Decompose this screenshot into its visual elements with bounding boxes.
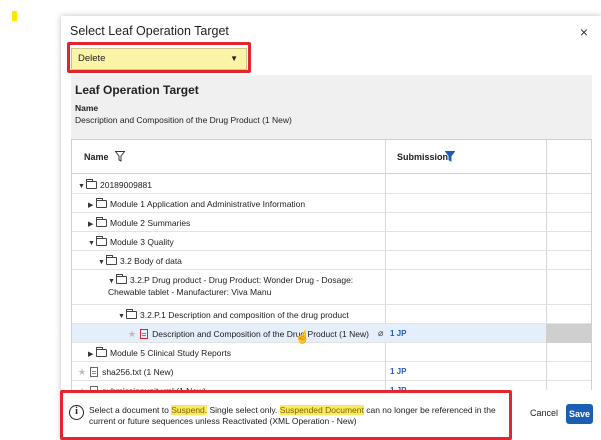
caret-down-icon[interactable]: ▼ <box>98 259 106 266</box>
caret-down-icon[interactable]: ▼ <box>78 183 86 190</box>
tree-row[interactable]: ▼ Module 3 Quality <box>72 232 591 251</box>
folder-icon <box>96 217 107 227</box>
star-icon[interactable]: ★ <box>78 367 86 377</box>
column-header-name[interactable]: Name <box>84 152 109 162</box>
select-leaf-operation-dialog: Select Leaf Operation Target × Delete ▼ … <box>60 16 601 440</box>
annotation-highlight-footer <box>60 390 512 440</box>
folder-icon <box>96 347 107 357</box>
caret-right-icon[interactable]: ▶ <box>88 350 96 358</box>
tree-row[interactable]: ★ sha256.txt (1 New) 1 JP <box>72 362 591 381</box>
folder-open-icon <box>86 179 97 189</box>
tree-row[interactable]: ▶ Module 5 Clinical Study Reports <box>72 343 591 362</box>
grey-cell <box>546 324 591 343</box>
submission-link[interactable]: 1 JP <box>390 367 406 376</box>
document-icon <box>90 367 99 377</box>
tree-row-selected[interactable]: ★ Description and Composition of the Drug… <box>72 324 591 344</box>
annotation-highlight-select <box>67 42 251 73</box>
submission-link[interactable]: 1 JP <box>390 329 406 338</box>
corner-marker <box>12 11 17 21</box>
filter-active-icon[interactable] <box>445 151 455 162</box>
row-label: Module 3 Quality <box>110 237 174 247</box>
save-button[interactable]: Save <box>566 404 593 424</box>
name-value: Description and Composition of the Drug … <box>75 115 292 125</box>
leaf-icon[interactable]: ⌀ <box>378 328 383 339</box>
caret-right-icon[interactable]: ▶ <box>88 201 96 209</box>
hand-cursor-icon: ☝ <box>295 330 310 344</box>
caret-down-icon[interactable]: ▼ <box>88 240 96 247</box>
cancel-button[interactable]: Cancel <box>530 408 558 418</box>
tree-row[interactable]: ▼ 3.2.P.1 Description and composition of … <box>72 305 591 324</box>
row-label: 3.2.P Drug product - Drug Product: Wonde… <box>108 275 354 297</box>
row-label: Module 2 Summaries <box>110 218 191 228</box>
pdf-document-icon <box>140 329 149 339</box>
folder-icon <box>96 198 107 208</box>
star-icon[interactable]: ★ <box>128 329 136 339</box>
row-label: Description and Composition of the Drug … <box>152 329 369 339</box>
folder-open-icon <box>96 236 107 246</box>
row-label: 3.2.P.1 Description and composition of t… <box>140 310 349 320</box>
row-label: 20189009881 <box>100 180 153 190</box>
row-label: 3.2 Body of data <box>120 256 182 266</box>
folder-open-icon <box>116 274 127 284</box>
panel-heading: Leaf Operation Target <box>75 83 199 97</box>
tree-row[interactable]: ▼ 3.2.P Drug product - Drug Product: Wond… <box>72 270 591 305</box>
leaf-operation-target-panel: Leaf Operation Target Name Description a… <box>71 75 592 147</box>
tree-row[interactable]: ▶ Module 1 Application and Administrative… <box>72 194 591 213</box>
document-tree-grid: Name Submission ▼ 20189009881 ▶ Module 1 A… <box>71 139 592 395</box>
tree-row[interactable]: ▼ 3.2 Body of data <box>72 251 591 270</box>
dialog-title: Select Leaf Operation Target <box>70 24 229 38</box>
row-label: Module 5 Clinical Study Reports <box>110 348 231 358</box>
folder-open-icon <box>106 255 117 265</box>
tree-row[interactable]: ▶ Module 2 Summaries <box>72 213 591 232</box>
grid-header: Name Submission <box>72 140 591 174</box>
caret-down-icon[interactable]: ▼ <box>108 277 116 287</box>
filter-icon[interactable] <box>115 151 125 162</box>
column-header-submission[interactable]: Submission <box>397 152 448 162</box>
caret-right-icon[interactable]: ▶ <box>88 220 96 228</box>
caret-down-icon[interactable]: ▼ <box>118 313 126 320</box>
name-label: Name <box>75 103 99 113</box>
row-label: Module 1 Application and Administrative … <box>110 199 306 209</box>
row-label: sha256.txt (1 New) <box>102 367 174 377</box>
folder-open-icon <box>126 309 137 319</box>
tree-row[interactable]: ▼ 20189009881 <box>72 175 591 194</box>
close-icon[interactable]: × <box>580 24 588 40</box>
